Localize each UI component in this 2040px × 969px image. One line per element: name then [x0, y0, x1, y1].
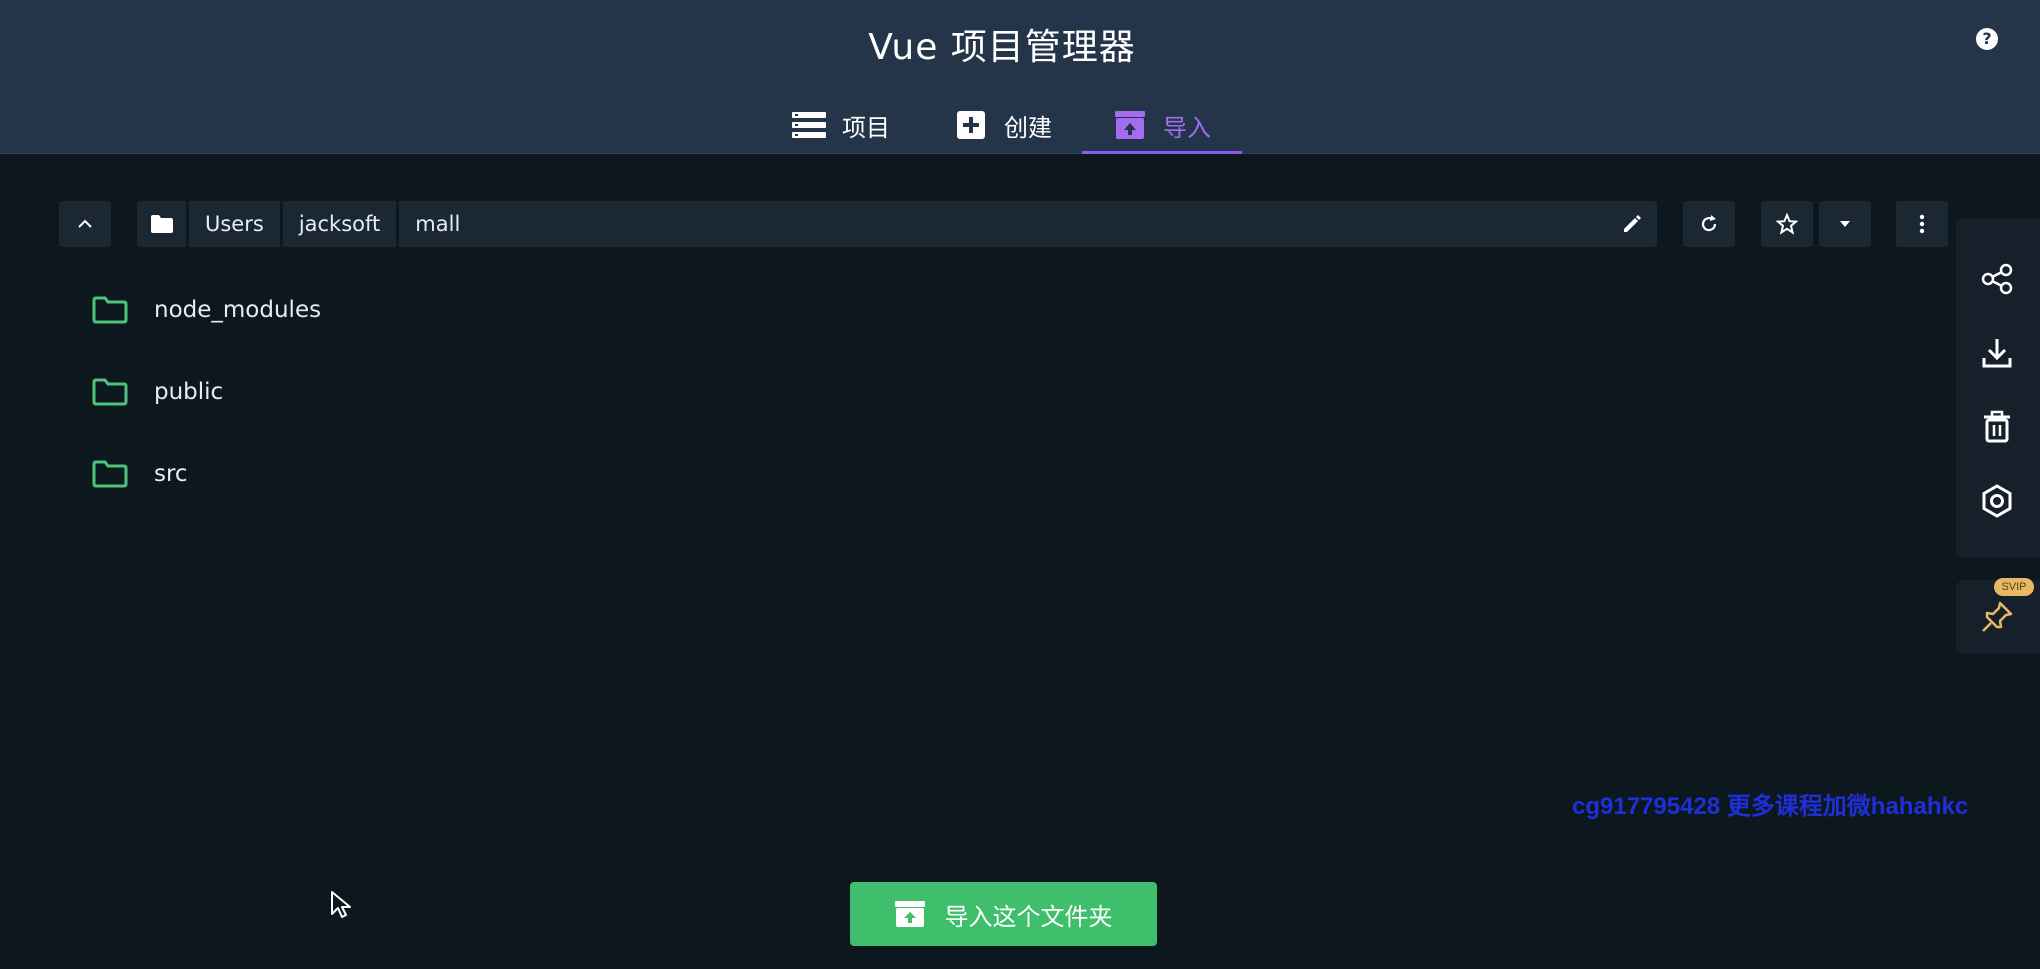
- help-icon[interactable]: ?: [1976, 28, 1998, 50]
- list-icon: [792, 110, 826, 140]
- main-tabs: 项目 创建 导入: [0, 96, 2040, 154]
- tab-projects-label: 项目: [842, 113, 890, 142]
- settings-icon[interactable]: [1978, 482, 2016, 520]
- path-segment-jacksoft[interactable]: jacksoft: [283, 201, 400, 247]
- app-header: Vue 项目管理器 ? 项目 创建 导入: [0, 0, 2040, 154]
- download-icon[interactable]: [1978, 334, 2016, 372]
- path-segment-users[interactable]: Users: [189, 201, 283, 247]
- more-vertical-icon: [1919, 214, 1925, 234]
- tab-import-label: 导入: [1163, 113, 1211, 142]
- refresh-icon: [1701, 215, 1717, 232]
- app-title: Vue 项目管理器: [868, 27, 1136, 68]
- share-icon[interactable]: [1978, 260, 2016, 298]
- folder-icon: [92, 378, 128, 406]
- import-box-icon: [894, 901, 925, 927]
- import-folder-label: 导入这个文件夹: [944, 902, 1113, 931]
- folder-name: node_modules: [154, 297, 322, 323]
- folder-name: public: [154, 379, 224, 405]
- folder-icon: [92, 296, 128, 324]
- list-item[interactable]: node_modules: [92, 290, 321, 330]
- pin-icon[interactable]: [1978, 598, 2016, 636]
- import-box-icon: [1113, 110, 1147, 140]
- folder-icon: [92, 460, 128, 488]
- tab-create[interactable]: 创建: [954, 96, 1052, 154]
- caret-down-icon: [1840, 221, 1850, 227]
- favorites-dropdown-button[interactable]: [1819, 201, 1871, 247]
- mouse-cursor-icon: [330, 890, 352, 920]
- pin-panel: SVIP: [1956, 578, 2040, 654]
- folder-icon: [150, 215, 173, 233]
- favorite-button[interactable]: [1761, 201, 1813, 247]
- folder-up-button[interactable]: [59, 201, 111, 247]
- path-breadcrumb: Users jacksoft mall: [137, 201, 1657, 247]
- tab-create-label: 创建: [1004, 113, 1052, 142]
- chevron-up-icon: [78, 219, 92, 228]
- root-folder-button[interactable]: [137, 201, 189, 247]
- watermark-text: cg917795428 更多课程加微hahahkc: [1572, 793, 1969, 820]
- edit-path-icon[interactable]: [1621, 213, 1643, 235]
- tab-import[interactable]: 导入: [1082, 96, 1242, 154]
- svip-badge: SVIP: [1994, 578, 2034, 596]
- folder-name: src: [154, 461, 188, 487]
- more-options-button[interactable]: [1896, 201, 1948, 247]
- side-tool-panel: [1956, 218, 2040, 558]
- list-item[interactable]: public: [92, 372, 223, 412]
- plus-square-icon: [954, 110, 988, 140]
- star-icon: [1776, 213, 1798, 235]
- tab-projects[interactable]: 项目: [792, 96, 890, 154]
- list-item[interactable]: src: [92, 454, 188, 494]
- trash-icon[interactable]: [1978, 408, 2016, 446]
- import-folder-button[interactable]: 导入这个文件夹: [850, 882, 1157, 946]
- refresh-button[interactable]: [1683, 201, 1735, 247]
- path-segment-mall[interactable]: mall: [399, 201, 476, 247]
